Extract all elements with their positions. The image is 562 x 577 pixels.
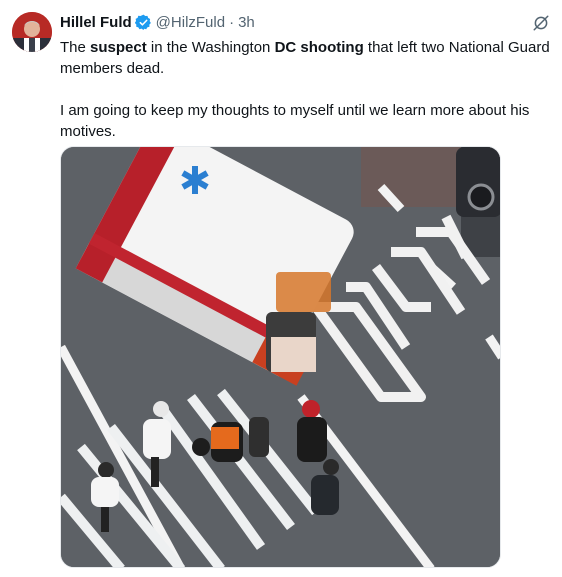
author-name[interactable]: Hillel Fuld [60,14,132,31]
tweet-paragraph-2: I am going to keep my thoughts to myself… [60,102,530,140]
avatar[interactable] [12,12,52,52]
timestamp[interactable]: 3h [238,14,255,31]
author-handle[interactable]: @HilzFuld [156,14,225,31]
grok-icon[interactable] [530,12,552,34]
tweet-text: The suspect in the Washington DC shootin… [60,37,550,142]
tweet-header: Hillel Fuld @HilzFuld · 3h [60,12,255,32]
text-part-2: in the Washington [146,39,275,56]
verified-badge-icon [134,14,152,31]
header-separator: · [229,13,235,31]
text-part-1: The [60,39,91,56]
hashtag-suspect: suspect [90,39,147,56]
tweet-photo[interactable] [60,146,501,568]
hashtag-dc-shooting: DC shooting [274,39,364,56]
tweet-card[interactable]: Hillel Fuld @HilzFuld · 3h The suspect i… [0,0,562,577]
tweet-paragraph-1: The suspect in the Washington DC shootin… [60,37,550,79]
